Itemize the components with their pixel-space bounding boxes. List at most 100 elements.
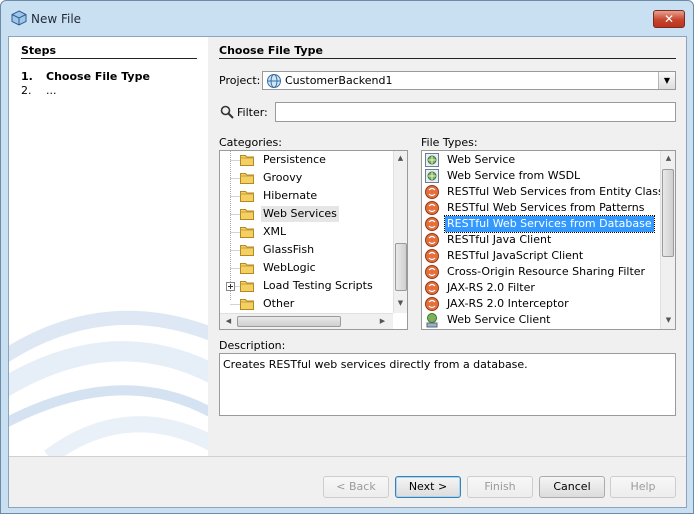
- description-label: Description:: [219, 339, 286, 352]
- file-type-item[interactable]: RESTful Web Services from Entity Classes: [424, 184, 675, 200]
- folder-icon: [240, 173, 254, 184]
- rest-icon: [425, 265, 439, 279]
- dialog-window: New File ✕ Steps 1. Choose File Type 2...…: [0, 0, 694, 514]
- rest-icon: [425, 233, 439, 247]
- categories-vertical-scrollbar[interactable]: ▲ ▼: [393, 151, 407, 313]
- scroll-right-arrow-icon[interactable]: ▶: [376, 315, 389, 328]
- categories-label: Categories:: [219, 136, 282, 149]
- next-button[interactable]: Next >: [395, 476, 461, 498]
- folder-icon: [240, 263, 254, 274]
- description-text: Creates RESTful web services directly fr…: [223, 358, 528, 371]
- expand-toggle-icon[interactable]: [226, 282, 235, 291]
- back-button[interactable]: < Back: [323, 476, 389, 498]
- dialog-client-area: Steps 1. Choose File Type 2.... Choose Fi…: [8, 36, 687, 508]
- file-type-item[interactable]: JAX-RS 2.0 Filter: [424, 280, 658, 296]
- title-bar[interactable]: New File ✕: [1, 1, 693, 37]
- scroll-up-arrow-icon[interactable]: ▲: [394, 152, 407, 165]
- web-service-icon: [425, 153, 439, 167]
- category-item[interactable]: Groovy: [240, 170, 390, 186]
- rest-icon: [425, 297, 439, 311]
- filter-input[interactable]: [275, 102, 676, 122]
- file-type-item[interactable]: RESTful Web Services from Patterns: [424, 200, 658, 216]
- file-type-label: Cross-Origin Resource Sharing Filter: [447, 265, 646, 278]
- rest-icon: [425, 185, 439, 199]
- project-combobox[interactable]: CustomerBackend1 ▼: [262, 71, 676, 90]
- file-type-item[interactable]: Web Service: [424, 152, 658, 168]
- scrollbar-thumb[interactable]: [237, 316, 341, 327]
- folder-icon: [240, 245, 254, 256]
- category-item[interactable]: Load Testing Scripts: [240, 278, 390, 294]
- scroll-down-arrow-icon[interactable]: ▼: [662, 314, 675, 327]
- category-item[interactable]: GlassFish: [240, 242, 390, 258]
- file-type-item[interactable]: RESTful Web Services from Database: [424, 215, 658, 233]
- file-type-item[interactable]: JAX-RS 2.0 Interceptor: [424, 296, 658, 312]
- button-bar: < Back Next > Finish Cancel Help: [9, 456, 686, 507]
- categories-horizontal-scrollbar[interactable]: ◀ ▶: [220, 313, 393, 329]
- category-item[interactable]: Hibernate: [240, 188, 390, 204]
- steps-divider: [21, 58, 197, 59]
- window-title: New File: [31, 12, 82, 26]
- close-window-button[interactable]: ✕: [653, 10, 685, 28]
- rest-icon: [425, 217, 439, 231]
- category-item[interactable]: Web Services: [240, 206, 390, 222]
- rest-icon: [425, 281, 439, 295]
- netbeans-cube-icon: [11, 10, 27, 26]
- category-label: Load Testing Scripts: [263, 279, 373, 292]
- file-type-item[interactable]: Web Service from WSDL: [424, 168, 658, 184]
- category-item[interactable]: XML: [240, 224, 390, 240]
- category-label: Web Services: [261, 206, 339, 222]
- step-label: ...: [46, 84, 57, 97]
- web-service-icon: [425, 169, 439, 183]
- file-type-label: RESTful Web Services from Database: [444, 215, 655, 233]
- category-label: Groovy: [263, 171, 303, 184]
- file-type-label: Web Service: [447, 153, 516, 166]
- folder-icon: [240, 191, 254, 202]
- file-type-label: RESTful Web Services from Patterns: [447, 201, 645, 214]
- title-divider: [219, 58, 676, 59]
- folder-icon: [240, 227, 254, 238]
- decorative-swoosh: [9, 310, 208, 456]
- folder-icon: [240, 155, 254, 166]
- file-type-item[interactable]: RESTful Java Client: [424, 232, 658, 248]
- scrollbar-thumb[interactable]: [395, 243, 407, 291]
- file-types-vertical-scrollbar[interactable]: ▲ ▼: [660, 151, 675, 329]
- file-type-label: RESTful Web Services from Entity Classes: [447, 185, 676, 198]
- file-type-label: RESTful JavaScript Client: [447, 249, 584, 262]
- rest-icon: [425, 201, 439, 215]
- step-label: Choose File Type: [46, 70, 150, 83]
- description-box: Creates RESTful web services directly fr…: [219, 353, 676, 416]
- file-type-item[interactable]: RESTful JavaScript Client: [424, 248, 658, 264]
- finish-button[interactable]: Finish: [467, 476, 533, 498]
- scrollbar-thumb[interactable]: [662, 169, 674, 257]
- category-label: Hibernate: [263, 189, 318, 202]
- category-label: Other: [263, 297, 295, 310]
- folder-icon: [240, 281, 254, 292]
- category-label: WebLogic: [263, 261, 316, 274]
- cancel-button[interactable]: Cancel: [539, 476, 605, 498]
- chevron-down-icon[interactable]: ▼: [658, 72, 675, 89]
- scroll-down-arrow-icon[interactable]: ▼: [394, 297, 407, 310]
- scroll-left-arrow-icon[interactable]: ◀: [222, 315, 235, 328]
- step-number: 1.: [21, 70, 33, 83]
- web-project-icon: [267, 74, 281, 88]
- category-item[interactable]: Persistence: [240, 152, 390, 168]
- ws-client-icon: [426, 313, 438, 328]
- category-item[interactable]: Other: [240, 296, 390, 312]
- filter-label: Filter:: [237, 106, 268, 119]
- file-type-label: JAX-RS 2.0 Interceptor: [447, 297, 569, 310]
- file-type-item[interactable]: Web Service Client: [424, 312, 658, 328]
- steps-panel: Steps 1. Choose File Type 2....: [9, 37, 208, 456]
- category-label: XML: [263, 225, 287, 238]
- category-label: GlassFish: [263, 243, 315, 256]
- file-types-label: File Types:: [421, 136, 478, 149]
- steps-title: Steps: [21, 44, 57, 57]
- help-button[interactable]: Help: [610, 476, 676, 498]
- categories-tree[interactable]: Persistence Groovy Hibernate Web Services XM…: [219, 150, 408, 330]
- category-label: Persistence: [263, 153, 326, 166]
- category-item[interactable]: WebLogic: [240, 260, 390, 276]
- file-types-list[interactable]: Web Service Web Service from WSDL RESTful …: [421, 150, 676, 330]
- scroll-up-arrow-icon[interactable]: ▲: [662, 152, 675, 165]
- file-type-label: Web Service Client: [447, 313, 551, 326]
- file-type-item[interactable]: Cross-Origin Resource Sharing Filter: [424, 264, 658, 280]
- search-icon: [220, 105, 234, 119]
